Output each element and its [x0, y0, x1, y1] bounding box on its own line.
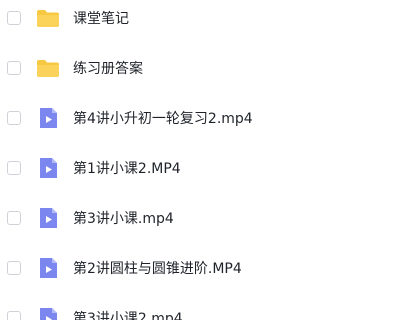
- video-file-icon: [40, 108, 57, 128]
- file-name[interactable]: 课堂笔记: [73, 10, 129, 28]
- folder-icon: [37, 10, 59, 27]
- row-checkbox[interactable]: [7, 11, 21, 25]
- file-name[interactable]: 第1讲小课2.MP4: [73, 160, 181, 178]
- file-name[interactable]: 练习册答案: [73, 60, 143, 78]
- file-row-video[interactable]: 第4讲小升初一轮复习2.mp4: [0, 100, 397, 150]
- file-name[interactable]: 第3讲小课2.mp4: [73, 310, 183, 320]
- row-checkbox[interactable]: [7, 111, 21, 125]
- file-row-folder-answers[interactable]: 练习册答案: [0, 50, 397, 100]
- video-file-icon: [40, 258, 57, 278]
- file-row-video[interactable]: 第2讲圆柱与圆锥进阶.MP4: [0, 250, 397, 300]
- row-checkbox[interactable]: [7, 311, 21, 320]
- video-file-icon: [40, 308, 57, 320]
- folder-icon: [37, 60, 59, 77]
- file-row-video[interactable]: 第3讲小课.mp4: [0, 200, 397, 250]
- file-row-video[interactable]: 第3讲小课2.mp4: [0, 300, 397, 320]
- file-name[interactable]: 第2讲圆柱与圆锥进阶.MP4: [73, 260, 242, 278]
- row-checkbox[interactable]: [7, 161, 21, 175]
- row-checkbox[interactable]: [7, 261, 21, 275]
- video-file-icon: [40, 208, 57, 228]
- video-file-icon: [40, 158, 57, 178]
- file-list: 课堂笔记 练习册答案 第4讲小升初一轮复习2.mp4 第1讲小课2.MP4 第3…: [0, 0, 397, 320]
- row-checkbox[interactable]: [7, 211, 21, 225]
- file-name[interactable]: 第4讲小升初一轮复习2.mp4: [73, 110, 253, 128]
- file-row-folder-notes[interactable]: 课堂笔记: [0, 0, 397, 50]
- file-row-video[interactable]: 第1讲小课2.MP4: [0, 150, 397, 200]
- file-name[interactable]: 第3讲小课.mp4: [73, 210, 174, 228]
- row-checkbox[interactable]: [7, 61, 21, 75]
